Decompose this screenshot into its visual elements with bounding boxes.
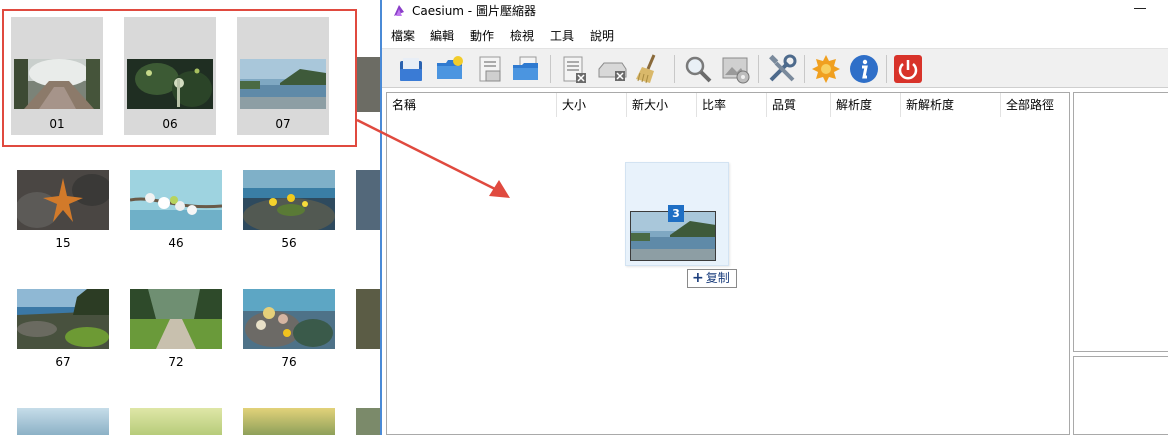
menu-edit[interactable]: 編輯 — [430, 27, 454, 44]
thumbnail-label: 15 — [55, 236, 71, 250]
compress-icon[interactable] — [810, 53, 842, 85]
thumbnail-label: 67 — [55, 355, 71, 369]
toolbar-separator — [804, 55, 805, 83]
info-icon[interactable] — [848, 53, 880, 85]
column-new-resolution[interactable]: 新解析度 — [901, 93, 1001, 117]
app-window: Caesium - 圖片壓縮器 檔案 編輯 動作 檢視 工具 說明 名稱 大小 … — [380, 0, 1168, 435]
clear-list-icon[interactable] — [596, 53, 628, 85]
title-bar: Caesium - 圖片壓縮器 — [382, 0, 1168, 20]
thumbnail-label: 46 — [168, 236, 184, 250]
column-resolution[interactable]: 解析度 — [831, 93, 901, 117]
thumbnail-partial[interactable] — [130, 408, 222, 435]
add-file-icon[interactable] — [396, 53, 428, 85]
column-size[interactable]: 大小 — [557, 93, 627, 117]
thumbnail-56[interactable]: 56 — [243, 170, 335, 288]
thumbnail-76[interactable]: 76 — [243, 289, 335, 407]
thumbnail-image — [243, 170, 335, 230]
app-logo-icon — [394, 5, 404, 16]
column-quality[interactable]: 品質 — [767, 93, 831, 117]
drop-action-tooltip: + 复制 — [687, 269, 737, 288]
file-list-header: 名稱 大小 新大小 比率 品質 解析度 新解析度 全部路徑 — [387, 93, 1069, 117]
menu-help[interactable]: 說明 — [590, 27, 614, 44]
thumbnail-label: 56 — [281, 236, 297, 250]
thumbnail-image — [130, 289, 222, 349]
preview-icon[interactable] — [682, 53, 714, 85]
toolbar-separator — [886, 55, 887, 83]
thumbnail-15[interactable]: 15 — [17, 170, 109, 288]
column-ratio[interactable]: 比率 — [697, 93, 767, 117]
thumbnail-partial[interactable] — [356, 289, 380, 349]
drag-count-badge: 3 — [668, 205, 684, 222]
column-new-size[interactable]: 新大小 — [627, 93, 697, 117]
thumbnail-67[interactable]: 67 — [17, 289, 109, 407]
menu-action[interactable]: 動作 — [470, 27, 494, 44]
thumbnail-46[interactable]: 46 — [130, 170, 222, 288]
toolbar-separator — [758, 55, 759, 83]
original-preview-pane — [1073, 92, 1168, 352]
thumbnail-partial[interactable] — [243, 408, 335, 435]
thumbnail-partial[interactable] — [17, 408, 109, 435]
thumbnail-image — [17, 289, 109, 349]
clean-icon[interactable] — [634, 53, 666, 85]
minimize-button[interactable] — [1134, 0, 1148, 14]
open-list-icon[interactable] — [510, 53, 542, 85]
thumbnail-image — [130, 170, 222, 230]
column-full-path[interactable]: 全部路徑 — [1001, 93, 1069, 117]
thumbnail-label: 72 — [168, 355, 184, 369]
save-list-icon[interactable] — [474, 53, 506, 85]
settings-icon[interactable] — [766, 53, 798, 85]
thumbnail-image — [17, 170, 109, 230]
remove-item-icon[interactable] — [558, 53, 590, 85]
menu-tools[interactable]: 工具 — [550, 27, 574, 44]
drop-action-label: 复制 — [705, 271, 730, 285]
menu-file[interactable]: 檔案 — [391, 27, 415, 44]
explorer-pane: 01 06 07 15 46 56 67 72 76 — [0, 0, 380, 435]
compressed-preview-pane — [1073, 356, 1168, 435]
exit-icon[interactable] — [892, 53, 924, 85]
plus-icon: + — [692, 270, 704, 286]
thumbnail-72[interactable]: 72 — [130, 289, 222, 407]
screen: 01 06 07 15 46 56 67 72 76 Caesium - 圖片壓… — [0, 0, 1168, 435]
thumbnail-image — [243, 289, 335, 349]
image-settings-icon[interactable] — [720, 53, 752, 85]
thumbnail-label: 76 — [281, 355, 297, 369]
minimize-icon — [1134, 8, 1146, 9]
add-folder-icon[interactable] — [434, 53, 466, 85]
thumbnail-partial[interactable] — [356, 408, 380, 435]
toolbar — [382, 48, 1168, 88]
thumbnail-partial[interactable] — [356, 57, 380, 112]
menu-view[interactable]: 檢視 — [510, 27, 534, 44]
column-name[interactable]: 名稱 — [387, 93, 557, 117]
toolbar-separator — [550, 55, 551, 83]
toolbar-separator — [674, 55, 675, 83]
thumbnail-partial[interactable] — [356, 170, 380, 230]
window-title: Caesium - 圖片壓縮器 — [412, 4, 536, 18]
menu-bar: 檔案 編輯 動作 檢視 工具 說明 — [382, 24, 1168, 44]
selection-highlight-frame — [2, 9, 357, 147]
